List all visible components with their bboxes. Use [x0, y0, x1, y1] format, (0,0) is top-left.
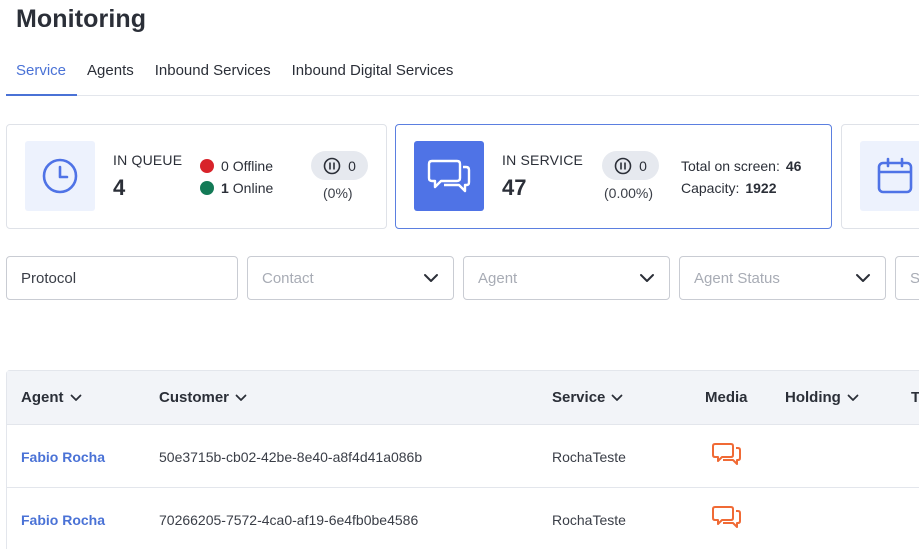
calendar-icon — [877, 157, 913, 194]
queue-paused-pill[interactable]: 0 — [311, 151, 368, 180]
protocol-placeholder: Protocol — [21, 269, 77, 287]
online-count: 1 — [221, 180, 229, 196]
online-label: Online — [232, 180, 274, 196]
column-header-service[interactable]: Service — [552, 389, 623, 406]
contact-select[interactable]: Contact — [247, 256, 454, 300]
capacity-value: 1922 — [745, 180, 777, 196]
chevron-down-icon — [611, 394, 623, 401]
column-header-holding[interactable]: Holding — [785, 389, 859, 406]
offline-count: 0 — [221, 158, 229, 174]
service-paused-pill[interactable]: 0 — [602, 151, 659, 180]
offline-status: 0 Offline — [200, 158, 273, 174]
pause-circle-icon — [614, 157, 632, 174]
tab-inbound-services[interactable]: Inbound Services — [145, 56, 282, 96]
in-queue-card[interactable]: IN QUEUE 4 0 Offline 1 Online 0 (0%) — [6, 124, 387, 229]
clock-icon-box — [25, 141, 95, 211]
capacity: Capacity: 1922 — [681, 180, 777, 196]
column-customer-label: Customer — [159, 389, 230, 406]
chevron-down-icon — [640, 274, 654, 282]
column-holding-label: Holding — [785, 389, 841, 406]
chat-icon-box — [414, 141, 484, 211]
in-service-value: 47 — [502, 175, 527, 200]
customer-id: 50e3715b-cb02-42be-8e40-a8f4d41a086b — [159, 449, 423, 465]
tab-bar: Service Agents Inbound Services Inbound … — [6, 56, 919, 96]
chevron-down-icon — [70, 394, 81, 401]
customer-id: 70266205-7572-4ca0-af19-6e4fb0be4586 — [159, 512, 419, 528]
agent-status-select[interactable]: Agent Status — [679, 256, 886, 300]
contact-placeholder: Contact — [262, 269, 314, 287]
offline-dot — [200, 159, 214, 173]
column-header-media: Media — [705, 389, 748, 406]
table-header: Agent Customer Service Media Holding T — [7, 371, 919, 425]
column-agent-label: Agent — [21, 389, 64, 406]
third-card[interactable] — [841, 124, 919, 229]
tab-inbound-digital-services[interactable]: Inbound Digital Services — [282, 56, 465, 96]
in-queue-label: IN QUEUE — [113, 152, 183, 168]
total-on-screen-label: Total on screen: — [681, 158, 780, 174]
agent-status-placeholder: Agent Status — [694, 269, 780, 287]
agent-select[interactable]: Agent — [463, 256, 670, 300]
tab-agents[interactable]: Agents — [77, 56, 145, 96]
queue-paused-count: 0 — [348, 157, 356, 174]
table-row[interactable]: Fabio Rocha 70266205-7572-4ca0-af19-6e4f… — [7, 488, 919, 549]
agent-placeholder: Agent — [478, 269, 518, 287]
agent-link[interactable]: Fabio Rocha — [21, 512, 105, 528]
online-status: 1 Online — [200, 180, 273, 196]
column-service-label: Service — [552, 389, 606, 406]
page-title: Monitoring — [16, 5, 147, 33]
total-on-screen: Total on screen: 46 — [681, 158, 801, 174]
total-on-screen-value: 46 — [785, 158, 802, 174]
protocol-input[interactable]: Protocol — [6, 256, 238, 300]
capacity-label: Capacity: — [681, 180, 740, 196]
online-dot — [200, 181, 214, 195]
pause-circle-icon — [323, 157, 341, 174]
column-header-agent[interactable]: Agent — [21, 389, 82, 406]
service-paused-count: 0 — [639, 157, 647, 174]
fifth-filter-select[interactable]: S — [895, 256, 919, 300]
agent-link[interactable]: Fabio Rocha — [21, 449, 105, 465]
chat-icon — [712, 443, 741, 465]
in-queue-value: 4 — [113, 175, 126, 200]
chevron-down-icon — [235, 394, 247, 401]
tab-service[interactable]: Service — [6, 56, 78, 96]
column-header-t[interactable]: T — [911, 389, 919, 406]
offline-label: Offline — [232, 158, 274, 174]
fifth-filter-placeholder: S — [910, 269, 919, 287]
queue-paused-percent: (0%) — [323, 185, 353, 201]
chat-icon — [427, 159, 471, 193]
in-service-label: IN SERVICE — [502, 152, 584, 168]
chevron-down-icon — [856, 274, 870, 282]
table-row[interactable]: Fabio Rocha 50e3715b-cb02-42be-8e40-a8f4… — [7, 425, 919, 488]
chat-icon — [712, 506, 741, 528]
service-name: RochaTeste — [552, 449, 626, 465]
chevron-down-icon — [424, 274, 438, 282]
column-t-label: T — [911, 389, 919, 406]
in-service-card[interactable]: IN SERVICE 47 0 (0.00%) Total on screen:… — [395, 124, 832, 229]
service-table: Agent Customer Service Media Holding T F… — [6, 370, 919, 549]
chevron-down-icon — [847, 394, 859, 401]
column-header-customer[interactable]: Customer — [159, 389, 247, 406]
service-paused-percent: (0.00%) — [604, 185, 654, 201]
clock-icon — [42, 158, 78, 194]
column-media-label: Media — [705, 389, 748, 406]
service-name: RochaTeste — [552, 512, 626, 528]
calendar-icon-box — [860, 141, 919, 211]
